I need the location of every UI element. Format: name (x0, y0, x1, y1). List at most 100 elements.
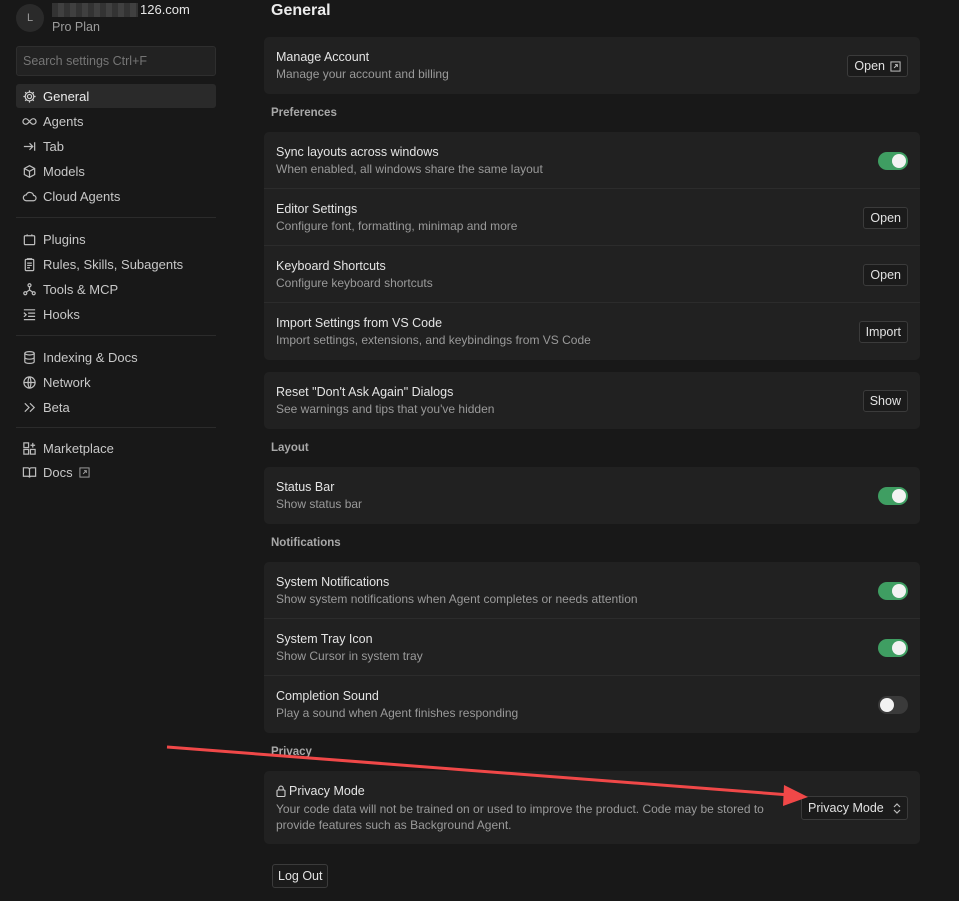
preferences-card: Sync layouts across windows When enabled… (264, 132, 920, 360)
keyboard-shortcuts-open-button[interactable]: Open (863, 264, 908, 286)
setting-row-status-bar: Status Bar Show status bar (264, 467, 920, 524)
system-notifications-toggle[interactable] (878, 582, 908, 600)
sidebar-item-label: Hooks (43, 306, 80, 322)
sidebar-item-marketplace[interactable]: Marketplace (16, 436, 216, 460)
setting-row-completion-sound: Completion Sound Play a sound when Agent… (264, 676, 920, 733)
sidebar-item-label: Cloud Agents (43, 188, 121, 204)
editor-settings-open-button[interactable]: Open (863, 207, 908, 229)
clipboard-icon (24, 257, 35, 271)
sidebar-item-label: Tools & MCP (43, 281, 119, 297)
setting-title: Import Settings from VS Code (276, 316, 443, 330)
external-link-icon (890, 60, 901, 72)
section-label-preferences: Preferences (271, 107, 337, 119)
plugin-icon (23, 233, 36, 245)
setting-description: Show system notifications when Agent com… (276, 592, 638, 606)
tab-arrow-icon (23, 141, 36, 151)
sidebar-item-agents[interactable]: Agents (16, 109, 216, 133)
setting-title: System Notifications (276, 575, 390, 589)
account-plan: Pro Plan (52, 20, 100, 34)
setting-title: Keyboard Shortcuts (276, 259, 386, 273)
sidebar-item-label: Marketplace (43, 440, 114, 456)
sidebar-item-label: Agents (43, 113, 84, 129)
log-out-button[interactable]: Log Out (272, 864, 329, 888)
double-chevron-icon (24, 402, 36, 412)
sidebar-item-label: Beta (43, 399, 70, 415)
setting-row-system-tray-icon: System Tray Icon Show Cursor in system t… (264, 619, 920, 676)
search-settings-input[interactable] (16, 46, 216, 76)
sidebar-item-indexing-docs[interactable]: Indexing & Docs (16, 345, 216, 369)
infinity-icon (22, 117, 37, 125)
setting-row-reset-dialogs: Reset "Don't Ask Again" Dialogs See warn… (264, 372, 920, 429)
reset-dialogs-card: Reset "Don't Ask Again" Dialogs See warn… (264, 372, 920, 429)
setting-title: Sync layouts across windows (276, 145, 439, 159)
chevron-up-down-icon (893, 803, 901, 814)
gear-icon (23, 89, 36, 103)
setting-description: Show status bar (276, 497, 363, 511)
sidebar-item-label: Docs (43, 464, 73, 480)
privacy-desc-line: Your code data will not be trained on or… (276, 802, 764, 816)
account-header[interactable]: L 126.com Pro Plan (16, 2, 226, 36)
sidebar-item-label: Indexing & Docs (43, 349, 138, 365)
sidebar-item-label: Rules, Skills, Subagents (43, 256, 184, 272)
import-vscode-button[interactable]: Import (858, 321, 908, 343)
external-link-icon (79, 466, 90, 478)
hooks-icon (23, 308, 36, 320)
sidebar-item-general[interactable]: General (16, 84, 216, 108)
setting-description: Play a sound when Agent finishes respond… (276, 706, 519, 720)
sync-layouts-toggle[interactable] (878, 152, 908, 170)
database-icon (24, 350, 35, 364)
system-tray-icon-toggle[interactable] (878, 639, 908, 657)
section-label-notifications: Notifications (271, 537, 341, 549)
setting-description: When enabled, all windows share the same… (276, 162, 543, 176)
avatar: L (16, 4, 44, 32)
setting-row-editor-settings: Editor Settings Configure font, formatti… (264, 189, 920, 246)
sidebar-item-network[interactable]: Network (16, 370, 216, 394)
button-label: Open (854, 59, 885, 73)
setting-description: Configure font, formatting, minimap and … (276, 219, 518, 233)
sidebar-item-beta[interactable]: Beta (16, 395, 216, 419)
setting-row-sync-layouts: Sync layouts across windows When enabled… (264, 132, 920, 189)
sidebar-item-plugins[interactable]: Plugins (16, 227, 216, 251)
sidebar-item-label: Plugins (43, 231, 86, 247)
manage-account-open-button[interactable]: Open (847, 55, 908, 77)
layout-card: Status Bar Show status bar (264, 467, 920, 524)
completion-sound-toggle[interactable] (878, 696, 908, 714)
setting-title: Completion Sound (276, 689, 379, 703)
setting-title: Editor Settings (276, 202, 358, 216)
sidebar-item-label: General (43, 88, 90, 104)
reset-dialogs-show-button[interactable]: Show (862, 390, 908, 412)
setting-row-keyboard-shortcuts: Keyboard Shortcuts Configure keyboard sh… (264, 246, 920, 303)
section-label-layout: Layout (271, 442, 309, 454)
sidebar-item-tab[interactable]: Tab (16, 134, 216, 158)
sidebar-item-docs[interactable]: Docs (16, 460, 216, 484)
sidebar-item-tools-mcp[interactable]: Tools & MCP (16, 277, 216, 301)
book-icon (22, 466, 37, 478)
sidebar-item-cloud-agents[interactable]: Cloud Agents (16, 184, 216, 208)
privacy-mode-select[interactable]: Privacy Mode (801, 796, 908, 820)
privacy-title-wrap: Privacy Mode (276, 784, 365, 798)
cube-icon (23, 164, 36, 178)
notifications-card: System Notifications Show system notific… (264, 562, 920, 733)
setting-title: Status Bar (276, 480, 335, 494)
setting-row-system-notifications: System Notifications Show system notific… (264, 562, 920, 619)
status-bar-toggle[interactable] (878, 487, 908, 505)
nodes-icon (23, 282, 36, 295)
setting-description: Manage your account and billing (276, 67, 449, 81)
privacy-card: Privacy Mode Your code data will not be … (264, 771, 920, 844)
setting-title: Manage Account (276, 50, 370, 64)
sidebar-item-label: Tab (43, 138, 64, 154)
manage-account-card: Manage Account Manage your account and b… (264, 37, 920, 94)
sidebar-item-hooks[interactable]: Hooks (16, 302, 216, 326)
cloud-icon (22, 191, 37, 201)
lock-icon (276, 785, 286, 797)
setting-description: See warnings and tips that you've hidden (276, 402, 495, 416)
sidebar-item-rules[interactable]: Rules, Skills, Subagents (16, 252, 216, 276)
globe-icon (23, 375, 36, 389)
setting-title: System Tray Icon (276, 632, 373, 646)
sidebar-item-models[interactable]: Models (16, 159, 216, 183)
select-value: Privacy Mode (808, 801, 884, 815)
sidebar-item-label: Models (43, 163, 85, 179)
setting-title: Privacy Mode (289, 784, 365, 798)
section-label-privacy: Privacy (271, 746, 312, 758)
manage-account-row: Manage Account Manage your account and b… (264, 37, 920, 94)
